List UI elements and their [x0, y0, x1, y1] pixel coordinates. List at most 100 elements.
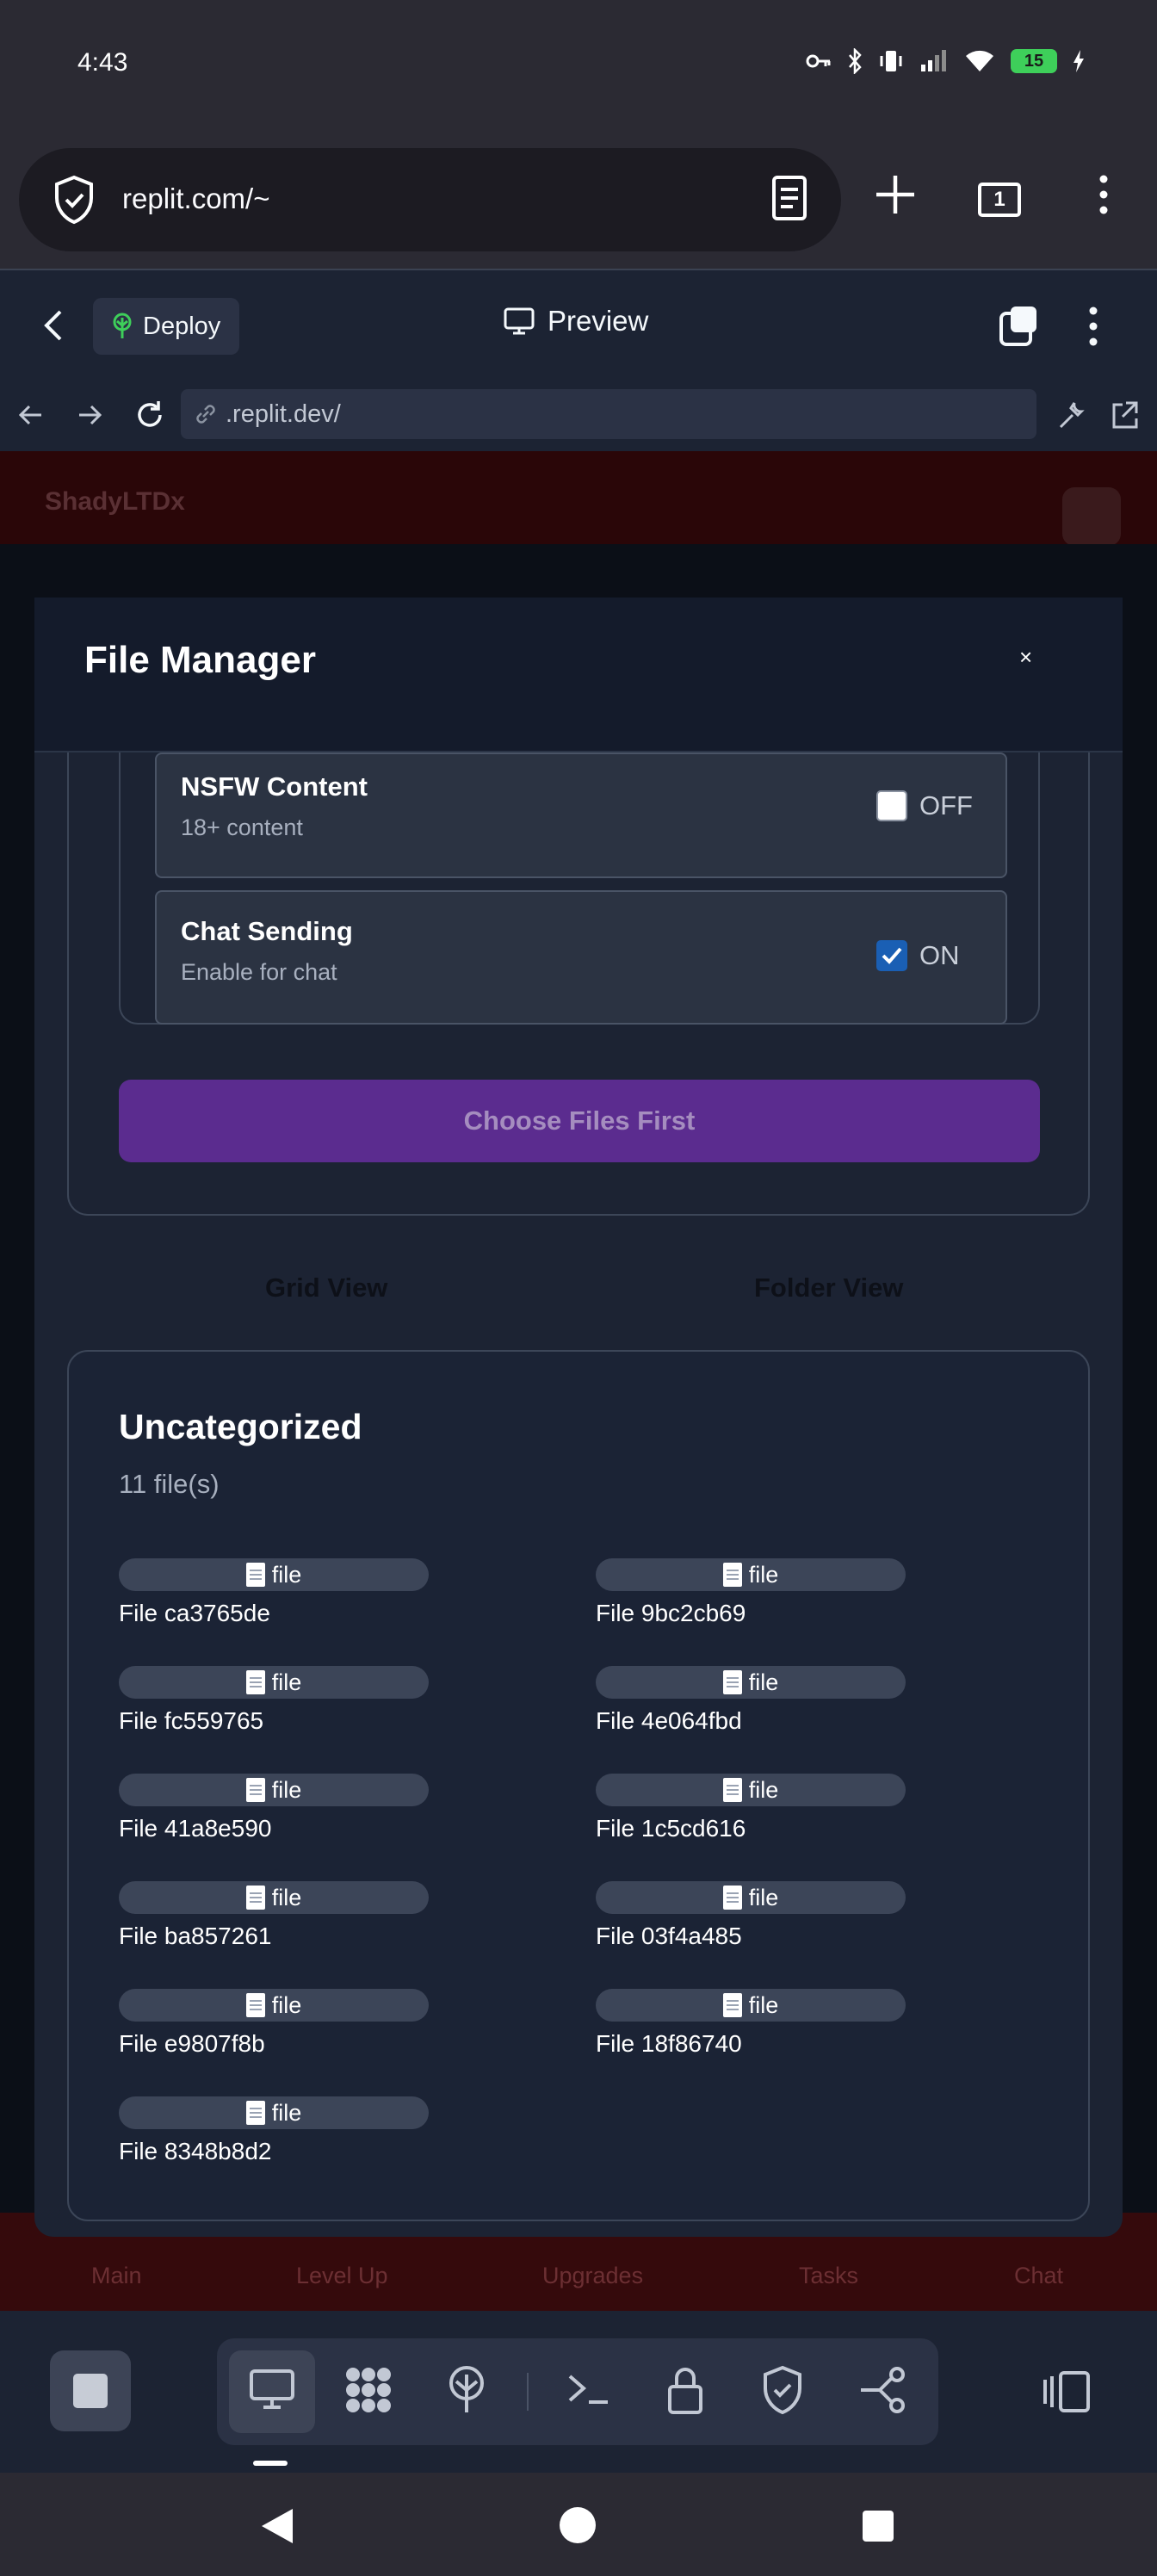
- replit-toolbar: [0, 2311, 1157, 2473]
- reload-icon[interactable]: [133, 398, 167, 432]
- file-name: File e9807f8b: [119, 2030, 265, 2057]
- file-chip-label: file: [271, 1561, 302, 1588]
- preview-monitor-icon[interactable]: [248, 2364, 296, 2412]
- nsfw-toggle[interactable]: OFF: [876, 790, 973, 821]
- external-link-icon[interactable]: [1109, 398, 1140, 432]
- git-branch-icon[interactable]: [857, 2364, 909, 2416]
- layout-panels-icon[interactable]: [1042, 2369, 1092, 2414]
- back-chevron-icon[interactable]: [43, 308, 64, 343]
- status-time: 4:43: [77, 48, 128, 77]
- apps-grid-icon[interactable]: [343, 2364, 394, 2416]
- choose-files-button[interactable]: Choose Files First: [119, 1080, 1040, 1162]
- web-url-text: .replit.dev/: [226, 399, 341, 428]
- web-forward-icon[interactable]: [76, 398, 103, 432]
- document-icon: [245, 2101, 265, 2125]
- file-item[interactable]: file File 4e064fbd: [596, 1666, 906, 1735]
- stop-button[interactable]: [50, 2350, 131, 2431]
- file-thumbnail[interactable]: file: [119, 1666, 429, 1699]
- web-back-icon[interactable]: [17, 398, 45, 432]
- tab-level-up[interactable]: Level Up: [296, 2263, 388, 2289]
- file-thumbnail[interactable]: file: [119, 1881, 429, 1914]
- open-new-window-icon[interactable]: [999, 303, 1042, 348]
- tab-upgrades[interactable]: Upgrades: [542, 2263, 643, 2289]
- file-item[interactable]: file File fc559765: [119, 1666, 429, 1735]
- vibrate-icon: [880, 51, 902, 71]
- file-name: File 8348b8d2: [119, 2138, 272, 2164]
- file-item[interactable]: file File 18f86740: [596, 1989, 906, 2058]
- shield-icon[interactable]: [50, 174, 98, 226]
- secrets-lock-icon[interactable]: [665, 2364, 706, 2416]
- document-icon: [245, 1670, 265, 1694]
- document-icon: [245, 1563, 265, 1587]
- file-chip-label: file: [271, 1884, 302, 1910]
- web-url-field[interactable]: .replit.dev/: [181, 389, 1036, 439]
- file-chip-label: file: [271, 2099, 302, 2126]
- file-item[interactable]: file File ba857261: [119, 1881, 429, 1950]
- nav-recents-icon[interactable]: [861, 2509, 895, 2543]
- document-icon: [722, 1886, 742, 1910]
- file-name: File ca3765de: [119, 1600, 270, 1626]
- file-chip-label: file: [748, 1776, 779, 1803]
- deploy-button[interactable]: Deploy: [93, 298, 240, 355]
- category-count: 11 file(s): [119, 1469, 220, 1499]
- file-thumbnail[interactable]: file: [596, 1666, 906, 1699]
- reader-mode-icon[interactable]: [770, 174, 808, 222]
- file-thumbnail[interactable]: file: [119, 1989, 429, 2022]
- document-icon: [245, 1993, 265, 2017]
- file-thumbnail[interactable]: file: [119, 1774, 429, 1806]
- new-tab-icon[interactable]: [873, 172, 918, 217]
- replit-header: Deploy Preview: [0, 269, 1157, 379]
- tab-count-button[interactable]: 1: [978, 183, 1021, 217]
- deploy-label: Deploy: [143, 312, 221, 340]
- security-shield-icon[interactable]: [761, 2364, 804, 2416]
- chat-sending-toggle[interactable]: ON: [876, 940, 960, 971]
- file-name: File 41a8e590: [119, 1815, 272, 1842]
- file-chip-label: file: [271, 1776, 302, 1803]
- file-item[interactable]: file File e9807f8b: [119, 1989, 429, 2058]
- file-thumbnail[interactable]: file: [596, 1558, 906, 1591]
- nav-back-icon[interactable]: [258, 2505, 296, 2547]
- file-chip-label: file: [748, 1669, 779, 1695]
- setting-name: NSFW Content: [181, 771, 368, 802]
- file-manager-modal: NSFW Content 18+ content OFF Chat Sendin…: [34, 598, 1123, 2237]
- nsfw-checkbox[interactable]: [876, 790, 907, 821]
- browser-menu-icon[interactable]: [1093, 172, 1114, 217]
- file-item[interactable]: file File 9bc2cb69: [596, 1558, 906, 1627]
- eye-icon[interactable]: [1062, 487, 1121, 546]
- charging-icon: [1073, 50, 1084, 72]
- document-icon: [722, 1563, 742, 1587]
- file-thumbnail[interactable]: file: [119, 2096, 429, 2129]
- preview-menu-icon[interactable]: [1085, 305, 1102, 348]
- folder-view-button[interactable]: Folder View: [754, 1273, 903, 1303]
- file-thumbnail[interactable]: file: [596, 1881, 906, 1914]
- stop-icon: [73, 2374, 108, 2408]
- document-icon: [245, 1886, 265, 1910]
- file-thumbnail[interactable]: file: [596, 1989, 906, 2022]
- file-item[interactable]: file File 8348b8d2: [119, 2096, 429, 2165]
- nav-home-icon[interactable]: [558, 2505, 597, 2545]
- tab-chat[interactable]: Chat: [1014, 2263, 1063, 2289]
- grid-view-button[interactable]: Grid View: [265, 1273, 387, 1303]
- link-icon: [196, 405, 215, 424]
- tool-separator: [527, 2373, 529, 2411]
- file-thumbnail[interactable]: file: [119, 1558, 429, 1591]
- file-chip-label: file: [748, 1561, 779, 1588]
- tab-tasks[interactable]: Tasks: [799, 2263, 858, 2289]
- file-thumbnail[interactable]: file: [596, 1774, 906, 1806]
- file-item[interactable]: file File 41a8e590: [119, 1774, 429, 1842]
- setting-desc: Enable for chat: [181, 959, 337, 985]
- file-item[interactable]: file File ca3765de: [119, 1558, 429, 1627]
- devtools-wrench-icon[interactable]: [1055, 398, 1086, 432]
- deployments-icon[interactable]: [442, 2364, 491, 2416]
- close-button[interactable]: ×: [1019, 644, 1032, 671]
- checkmark-icon: [882, 947, 902, 964]
- chat-sending-checkbox[interactable]: [876, 940, 907, 971]
- file-item[interactable]: file File 1c5cd616: [596, 1774, 906, 1842]
- browser-url-text[interactable]: replit.com/~: [122, 183, 269, 215]
- shell-icon[interactable]: [565, 2364, 613, 2412]
- app-brand: ShadyLTDx: [45, 487, 185, 516]
- tab-main[interactable]: Main: [91, 2263, 142, 2289]
- file-item[interactable]: file File 03f4a485: [596, 1881, 906, 1950]
- browser-url-bar[interactable]: replit.com/~: [19, 148, 841, 251]
- setting-chat-sending: Chat Sending Enable for chat ON: [155, 890, 1007, 1025]
